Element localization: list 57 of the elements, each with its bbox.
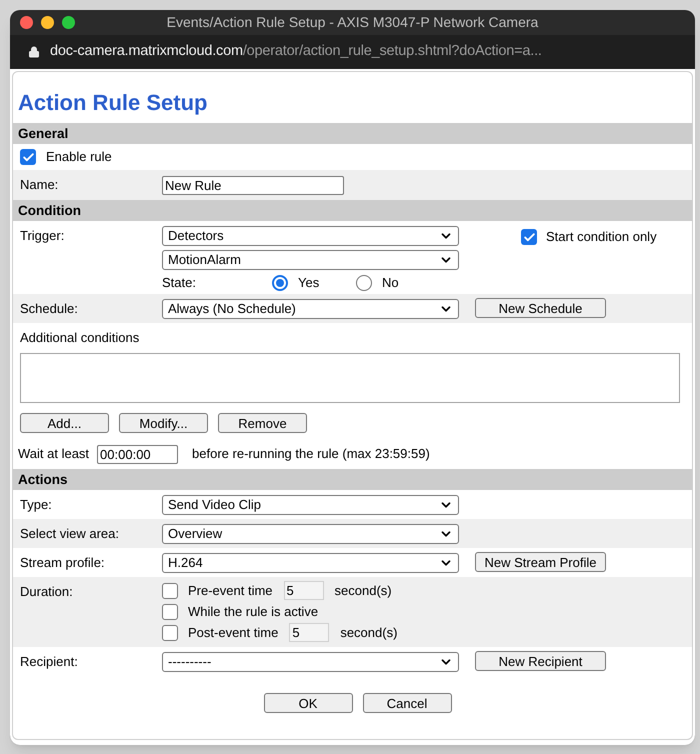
lock-icon xyxy=(28,46,40,58)
radio-button[interactable] xyxy=(356,275,372,291)
conditions-list[interactable] xyxy=(20,352,680,403)
button[interactable]: New Recipient xyxy=(475,650,606,670)
checkbox[interactable] xyxy=(162,582,178,598)
dropdown[interactable]: Always (No Schedule) xyxy=(162,298,459,318)
field-label: Name: xyxy=(20,176,60,194)
field-label: Trigger: xyxy=(20,227,66,245)
page-title: Action Rule Setup xyxy=(17,89,208,117)
button[interactable]: New Schedule xyxy=(475,298,606,318)
button[interactable]: Cancel xyxy=(362,693,452,713)
state-label: State: xyxy=(162,274,197,292)
checkbox-label: Enable rule xyxy=(46,148,112,166)
button[interactable]: OK xyxy=(264,693,352,713)
checkbox[interactable] xyxy=(162,604,178,620)
field-label: Select view area: xyxy=(20,524,120,543)
option-label: Pre-event time xyxy=(188,582,273,600)
section-header: Condition xyxy=(13,200,692,221)
field-label: Type: xyxy=(20,496,53,514)
radio-label: Yes xyxy=(298,274,320,292)
seconds-field[interactable]: 5 xyxy=(289,623,330,642)
wait-label: Wait at least xyxy=(18,445,90,464)
checkbox[interactable] xyxy=(521,229,537,245)
checkbox[interactable] xyxy=(20,149,36,165)
dropdown[interactable]: ---------- xyxy=(162,652,459,672)
button[interactable]: New Stream Profile xyxy=(475,552,606,572)
field-label: Duration: xyxy=(20,583,74,601)
dropdown[interactable]: MotionAlarm xyxy=(162,250,459,270)
section-header: General xyxy=(13,123,692,144)
maximize-window-button[interactable] xyxy=(62,16,75,29)
minimize-window-button[interactable] xyxy=(41,16,54,29)
radio-button[interactable] xyxy=(272,275,288,291)
field-label: Recipient: xyxy=(20,652,79,671)
button[interactable]: Modify... xyxy=(119,413,208,433)
radio-label: No xyxy=(382,274,399,292)
dropdown[interactable]: Send Video Clip xyxy=(162,494,459,514)
list-label: Additional conditions xyxy=(20,329,140,347)
seconds-field[interactable]: 5 xyxy=(284,581,324,600)
unit-label: second(s) xyxy=(334,582,392,600)
field-label: Schedule: xyxy=(20,300,79,318)
option-label: Post-event time xyxy=(188,624,278,642)
wait-hint: before re-running the rule (max 23:59:59) xyxy=(192,445,430,464)
window-title: Events/Action Rule Setup - AXIS M3047-P Network Camera xyxy=(166,13,538,32)
checkbox[interactable] xyxy=(162,624,178,640)
dropdown[interactable]: Overview xyxy=(162,524,459,544)
close-window-button[interactable] xyxy=(20,16,33,29)
dropdown[interactable]: Detectors xyxy=(162,226,459,246)
button[interactable]: Remove xyxy=(218,413,307,433)
checkbox-label: Start condition only xyxy=(546,228,657,246)
section-header: Actions xyxy=(13,469,692,490)
time-field[interactable]: 00:00:00 xyxy=(97,444,178,464)
name-field[interactable]: New Rule xyxy=(162,176,344,194)
dropdown[interactable]: H.264 xyxy=(162,552,459,572)
button[interactable]: Add... xyxy=(20,413,109,433)
option-label: While the rule is active xyxy=(188,602,318,621)
unit-label: second(s) xyxy=(340,624,398,642)
field-label: Stream profile: xyxy=(20,554,106,572)
